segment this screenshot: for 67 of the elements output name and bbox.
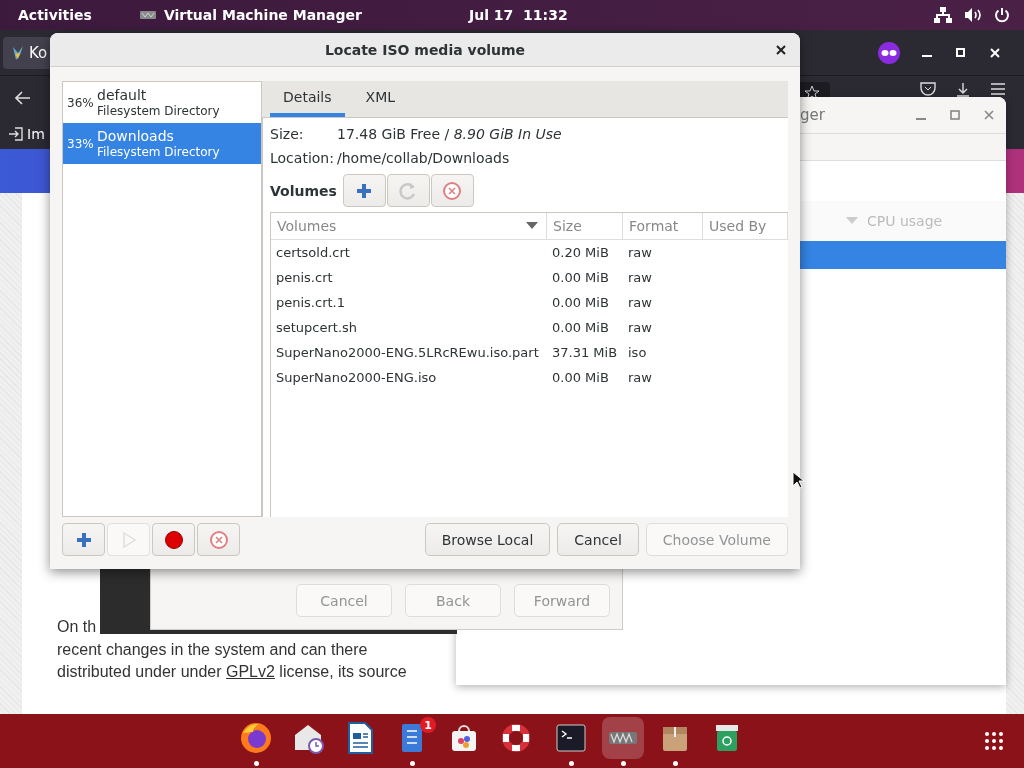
volume-format: raw <box>627 245 653 260</box>
volume-name: certsold.crt <box>275 245 351 260</box>
network-icon[interactable] <box>934 7 952 23</box>
column-header[interactable]: Format <box>623 213 703 239</box>
close-icon[interactable] <box>776 45 786 55</box>
window-title: ger <box>800 106 825 124</box>
volume-format: raw <box>627 370 653 385</box>
mask-icon <box>878 41 900 64</box>
pool-name: default <box>97 86 148 104</box>
volumes-label: Volumes <box>270 182 337 199</box>
plus-icon <box>355 181 374 200</box>
download-icon[interactable] <box>955 82 971 98</box>
delete-icon <box>442 180 463 201</box>
volume-size: 37.31 MiB <box>551 345 619 360</box>
dialog-button[interactable]: Cancel <box>557 523 639 556</box>
stop-icon <box>163 529 184 550</box>
location-value: /home/collab/Downloads <box>337 150 510 166</box>
volume-format: iso <box>627 345 648 360</box>
column-header[interactable]: Volumes <box>271 213 547 239</box>
vmm-app-icon[interactable] <box>602 716 644 759</box>
delete-volume-button[interactable] <box>430 174 474 207</box>
back-icon[interactable] <box>15 90 31 105</box>
size-label: Size: <box>270 126 305 142</box>
power-icon[interactable] <box>994 7 1010 23</box>
volume-size: 0.20 MiB <box>551 245 610 260</box>
volume-format: raw <box>627 270 653 285</box>
app-icon <box>139 10 156 20</box>
dialog-title: Locate ISO media volume <box>324 41 526 58</box>
dialog-button[interactable]: Browse Local <box>424 523 551 556</box>
volume-name: SuperNano2000-ENG.iso <box>275 370 438 385</box>
plus-icon <box>74 530 93 549</box>
volume-name: SuperNano2000-ENG.5LRcREwu.iso.part <box>275 345 540 360</box>
clock[interactable]: Jul 17 11:32 <box>469 7 568 23</box>
activities-button[interactable]: Activities <box>18 7 92 23</box>
volume-format: raw <box>627 320 653 335</box>
add-pool-button[interactable] <box>62 523 105 556</box>
license-link[interactable]: GPLv2 <box>226 663 275 680</box>
size-value: 17.48 GiB Free / 8.90 GiB In Use <box>337 126 562 142</box>
usage-percent: 33% <box>67 136 95 151</box>
stop-pool-button[interactable] <box>152 523 195 556</box>
app-grid-icon[interactable] <box>984 731 1004 751</box>
volume-size: 0.00 MiB <box>551 270 610 285</box>
delete-pool-button[interactable] <box>197 523 240 556</box>
menu-icon[interactable] <box>990 82 1006 96</box>
play-icon <box>120 530 137 549</box>
column-header[interactable]: Size <box>547 213 623 239</box>
delete-icon <box>208 529 229 550</box>
app-menu[interactable]: Virtual Machine Manager <box>163 7 362 23</box>
tab[interactable]: XML <box>352 81 409 117</box>
column-header[interactable]: Used By <box>703 213 788 239</box>
add-volume-button[interactable] <box>342 174 386 207</box>
pool-type: Filesystem Directory <box>97 145 220 160</box>
volume-name: setupcert.sh <box>275 320 359 335</box>
pool-type: Filesystem Directory <box>97 104 220 119</box>
volume-icon[interactable] <box>964 7 982 23</box>
import-icon <box>8 126 24 142</box>
pool-name: Downloads <box>97 127 175 145</box>
usage-percent: 36% <box>67 95 95 110</box>
bookmark-item[interactable]: Im <box>8 126 45 142</box>
location-label: Location: <box>270 150 335 166</box>
volume-name: penis.crt.1 <box>275 295 346 310</box>
notification-badge: 1 <box>420 717 436 733</box>
volume-size: 0.00 MiB <box>551 295 610 310</box>
volume-size: 0.00 MiB <box>551 370 610 385</box>
volume-name: penis.crt <box>275 270 334 285</box>
volume-size: 0.00 MiB <box>551 320 610 335</box>
volume-format: raw <box>627 295 653 310</box>
